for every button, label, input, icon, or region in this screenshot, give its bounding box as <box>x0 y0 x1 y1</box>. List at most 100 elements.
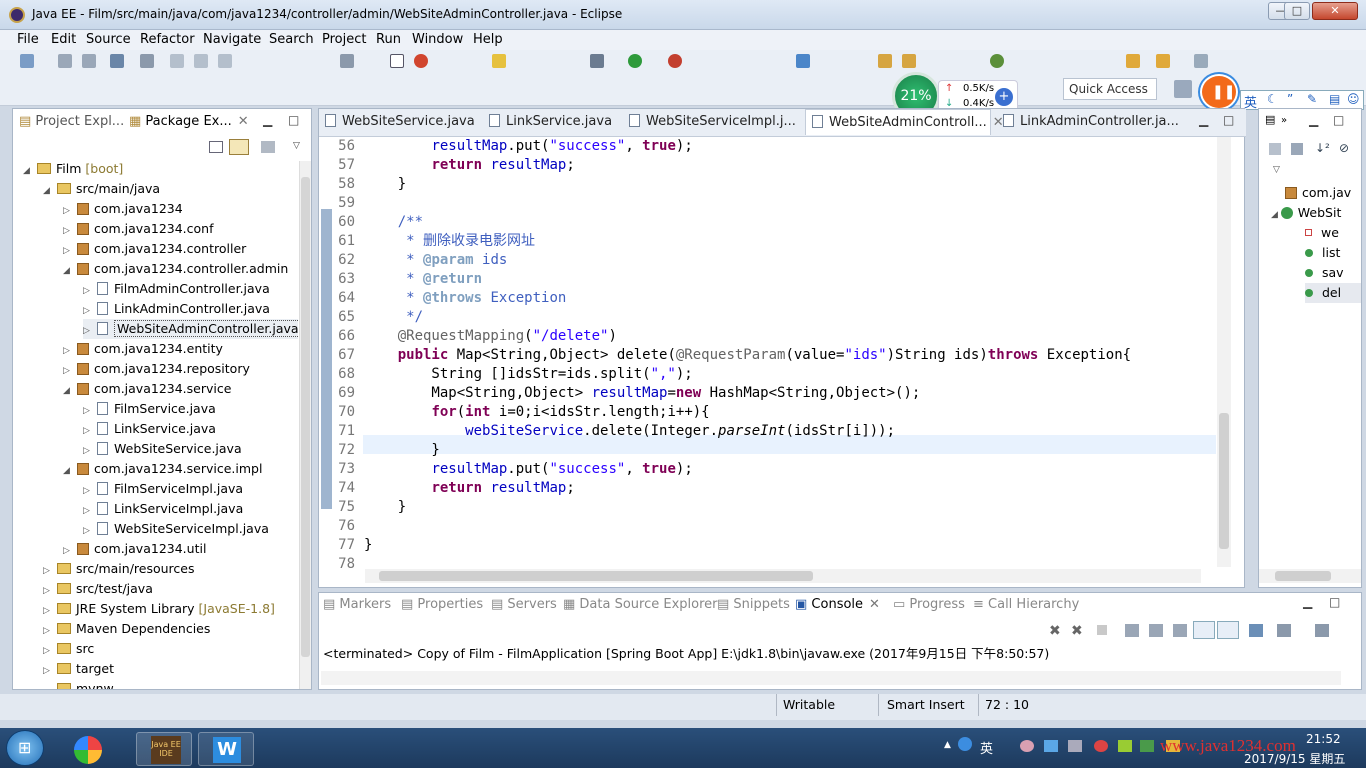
close-button[interactable]: ✕ <box>1312 2 1358 20</box>
tree-item[interactable]: ▷ src/main/resources <box>43 559 194 579</box>
outline-hscroll-thumb[interactable] <box>1275 571 1331 581</box>
collapsed-arrow-icon[interactable]: ▷ <box>83 421 97 441</box>
open-folder-icon[interactable] <box>878 54 892 68</box>
suspend-icon[interactable] <box>194 54 208 68</box>
tree-item[interactable]: ▷ FilmAdminController.java <box>83 279 270 299</box>
taskbar-eclipse[interactable]: Java EE IDE <box>136 732 192 766</box>
tray-search-icon[interactable] <box>958 737 972 751</box>
tree-item[interactable]: ◢ Film [boot] <box>23 159 123 179</box>
tree-item[interactable]: ◢ com.java1234.service <box>63 379 231 399</box>
editor-hscroll-thumb[interactable] <box>379 571 813 581</box>
clear-console-icon[interactable] <box>1125 624 1139 637</box>
terminate-icon[interactable] <box>218 54 232 68</box>
code-line[interactable]: } <box>364 175 406 194</box>
collapse-icon[interactable] <box>1269 143 1281 155</box>
settings-gear-icon[interactable] <box>590 54 604 68</box>
code-line[interactable]: return resultMap; <box>364 156 574 175</box>
tree-item[interactable]: ▷ src <box>43 639 94 659</box>
code-line[interactable]: webSiteService.delete(Integer.parseInt(i… <box>364 422 895 441</box>
menu-help[interactable]: Help <box>473 32 503 47</box>
editor-vscrollbar[interactable] <box>1217 137 1231 567</box>
maximize-button[interactable]: □ <box>1284 2 1310 20</box>
editor-vscroll-thumb[interactable] <box>1219 413 1229 549</box>
code-line[interactable]: * @throws Exception <box>364 289 566 308</box>
tree-item[interactable]: ▷ com.java1234.util <box>63 539 206 559</box>
code-line[interactable]: Map<String,Object> resultMap=new HashMap… <box>364 384 920 403</box>
collapsed-arrow-icon[interactable]: ▷ <box>83 321 97 341</box>
collapsed-arrow-icon[interactable]: ▷ <box>43 561 57 581</box>
collapsed-arrow-icon[interactable]: ▷ <box>43 641 57 661</box>
pin-console-icon[interactable] <box>1249 624 1263 637</box>
show-stderr-icon[interactable] <box>1217 621 1239 639</box>
outline-tab-icon[interactable]: ▤ <box>1265 113 1275 126</box>
moon-icon[interactable]: ☾ <box>1267 92 1278 106</box>
outline-item-class[interactable]: ◢ WebSit <box>1271 203 1341 223</box>
code-line[interactable]: String []idsStr=ids.split(","); <box>364 365 692 384</box>
code-line[interactable]: * 删除收录电影网址 <box>364 232 535 251</box>
tree-item[interactable]: ◢ com.java1234.service.impl <box>63 459 262 479</box>
display-console-icon[interactable] <box>1277 624 1291 637</box>
tree-item[interactable]: ▷ WebSiteServiceImpl.java <box>83 519 269 539</box>
open-console-icon[interactable] <box>1315 624 1329 637</box>
tray-ime[interactable]: 英 <box>980 738 993 757</box>
globe-icon[interactable] <box>990 54 1004 68</box>
minimize-view-icon[interactable]: ▁ <box>263 113 272 127</box>
maximize-view-icon[interactable]: □ <box>1333 113 1344 127</box>
collapsed-arrow-icon[interactable]: ▷ <box>63 341 77 361</box>
tree-item[interactable]: ▷ com.java1234.entity <box>63 339 223 359</box>
add-icon[interactable]: + <box>995 88 1013 106</box>
open-perspective-icon[interactable] <box>1174 80 1192 98</box>
close-icon[interactable]: ✕ <box>238 114 249 129</box>
menu-edit[interactable]: Edit <box>51 32 76 47</box>
console-hscrollbar[interactable] <box>321 671 1341 685</box>
tree-item[interactable]: ▷ src/test/java <box>43 579 153 599</box>
word-wrap-icon[interactable] <box>1173 624 1187 637</box>
tab-data-source-explorer[interactable]: ▦ Data Source Explorer <box>563 597 718 612</box>
tab-progress[interactable]: ▭ Progress <box>893 597 965 612</box>
tree-item[interactable]: ▷ FilmService.java <box>83 399 216 419</box>
run-icon[interactable] <box>628 54 642 68</box>
build-icon[interactable] <box>340 54 354 68</box>
tree-item[interactable]: ◢ com.java1234.controller.admin <box>63 259 288 279</box>
terminate-icon[interactable] <box>1097 625 1107 635</box>
outline-item-import[interactable]: com.jav <box>1285 183 1351 203</box>
record-pause-button[interactable]: ❚❚ <box>1200 74 1238 110</box>
collapsed-arrow-icon[interactable]: ▷ <box>83 401 97 421</box>
close-icon[interactable]: ✕ <box>993 115 1004 130</box>
collapsed-arrow-icon[interactable]: ▷ <box>83 501 97 521</box>
view-menu-icon[interactable]: ▽ <box>1273 165 1280 175</box>
menu-project[interactable]: Project <box>322 32 366 47</box>
outline-item-method-delete[interactable]: del <box>1305 283 1361 303</box>
tab-websiteadmincontroller[interactable]: WebSiteAdminControll... ✕ <box>805 109 1004 135</box>
tree-scroll-thumb[interactable] <box>301 177 310 657</box>
minimize-view-icon[interactable]: ▁ <box>1303 595 1312 609</box>
code-line[interactable]: /** <box>364 213 423 232</box>
open-browser-icon[interactable] <box>414 54 428 68</box>
tree-item[interactable]: ▷ com.java1234.conf <box>63 219 214 239</box>
tray-expand-icon[interactable]: ▲ <box>944 740 951 750</box>
link-editor-icon[interactable] <box>229 139 249 155</box>
collapsed-arrow-icon[interactable]: ▷ <box>83 301 97 321</box>
collapsed-arrow-icon[interactable]: ▷ <box>63 201 77 221</box>
collapsed-arrow-icon[interactable]: ▷ <box>83 281 97 301</box>
menu-window[interactable]: Window <box>412 32 463 47</box>
collapsed-arrow-icon[interactable]: ▷ <box>63 221 77 241</box>
tree-item[interactable]: ▷ LinkAdminController.java <box>83 299 270 319</box>
tree-item[interactable]: ▷ LinkService.java <box>83 419 216 439</box>
tree-item[interactable]: ▷ com.java1234.controller <box>63 239 246 259</box>
tree-item[interactable]: ▷ WebSiteAdminController.java <box>83 319 298 339</box>
hide-fields-icon[interactable]: ⊘ <box>1339 141 1349 155</box>
tab-project-explorer[interactable]: ▤ Project Expl... <box>19 109 127 135</box>
tray-clock-date[interactable]: 2017/9/15 星期五 <box>1244 750 1345 767</box>
more-views-icon[interactable]: » <box>1281 115 1287 126</box>
print-icon[interactable] <box>110 54 124 68</box>
tray-antivirus-icon[interactable] <box>1094 740 1108 752</box>
tab-websiteserviceimpl[interactable]: WebSiteServiceImpl.j... <box>629 109 796 135</box>
new-icon[interactable] <box>20 54 34 68</box>
code-line[interactable]: for(int i=0;i<idsStr.length;i++){ <box>364 403 709 422</box>
code-line[interactable]: } <box>364 498 406 517</box>
clipboard-icon[interactable]: ▤ <box>1329 92 1340 106</box>
quick-access-input[interactable]: Quick Access <box>1063 78 1157 100</box>
show-stdout-icon[interactable] <box>1193 621 1215 639</box>
tab-markers[interactable]: ▤ Markers <box>323 597 391 612</box>
